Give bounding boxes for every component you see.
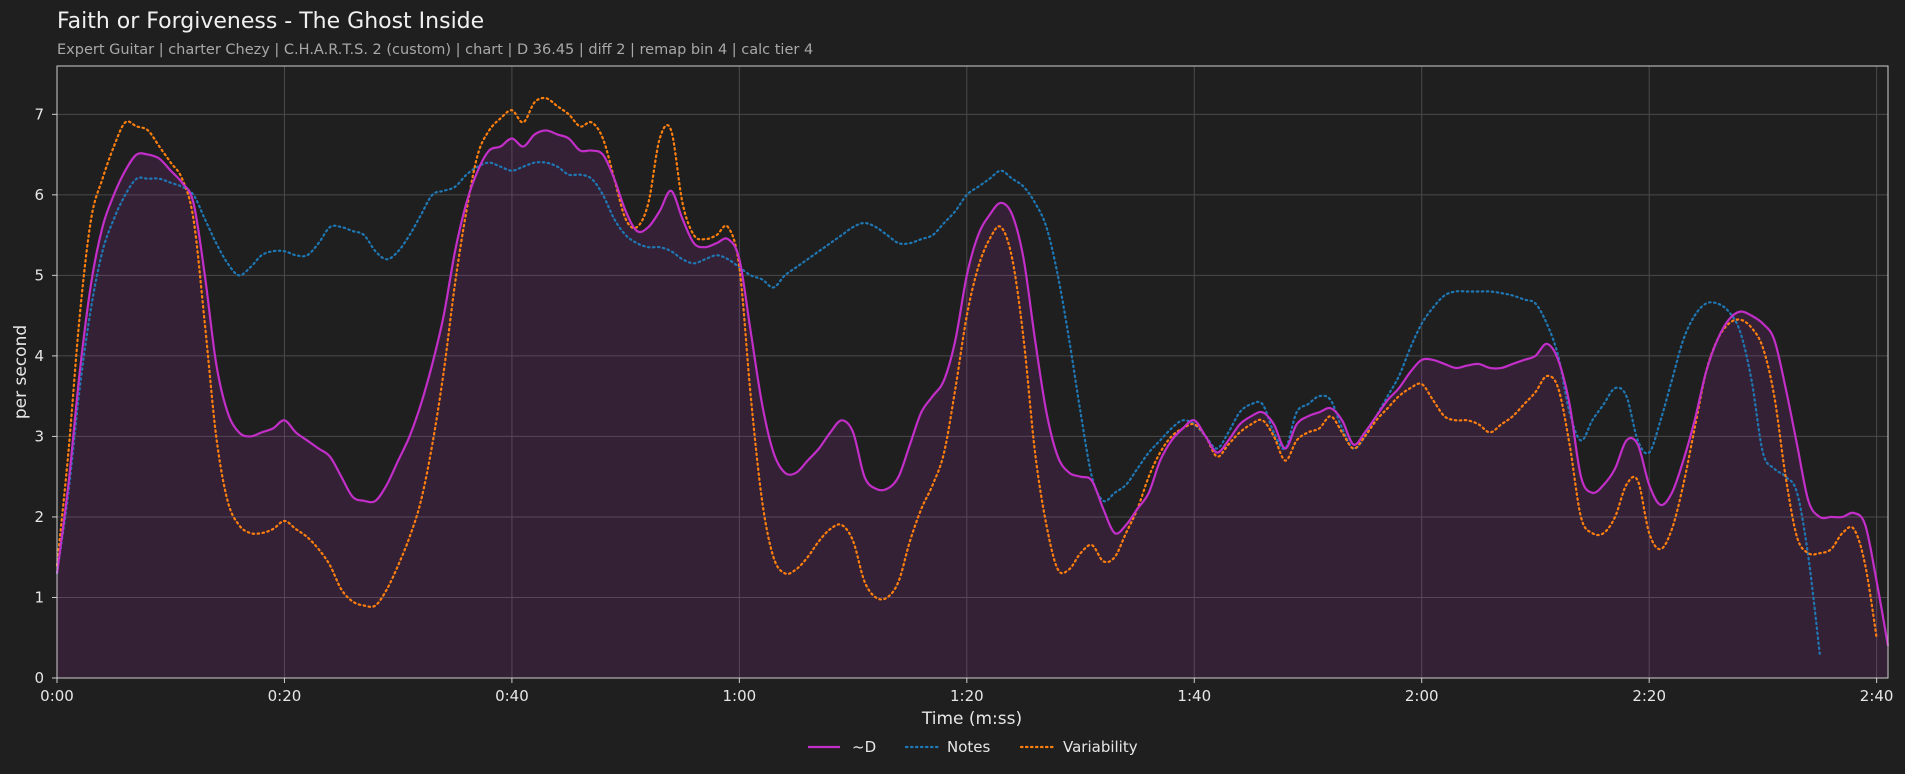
x-tick-label: 0:00 <box>40 687 74 705</box>
y-tick-label: 3 <box>34 427 44 445</box>
x-tick-label: 1:00 <box>723 687 757 705</box>
x-axis-ticks: 0:00 0:20 0:40 1:00 1:20 1:40 2:00 2:20 2:40 <box>40 678 1893 705</box>
x-tick-label: 2:00 <box>1405 687 1439 705</box>
y-tick-label: 4 <box>34 347 44 365</box>
chart-subtitle: Expert Guitar | charter Chezy | C.H.A.R.… <box>57 42 813 58</box>
x-tick-label: 1:20 <box>950 687 984 705</box>
legend-label: Variability <box>1063 738 1138 756</box>
y-tick-label: 1 <box>34 588 44 606</box>
x-tick-label: 0:40 <box>495 687 529 705</box>
legend-label: ~D <box>852 738 876 756</box>
y-axis-ticks: 0 1 2 3 4 5 6 7 <box>34 105 57 687</box>
x-tick-label: 0:20 <box>268 687 302 705</box>
y-axis-label: per second <box>11 325 31 419</box>
y-tick-label: 7 <box>34 105 44 123</box>
chart: Faith or Forgiveness - The Ghost Inside … <box>11 9 1893 756</box>
y-tick-label: 6 <box>34 186 44 204</box>
chart-title: Faith or Forgiveness - The Ghost Inside <box>57 9 484 34</box>
y-tick-label: 0 <box>34 669 44 687</box>
y-tick-label: 5 <box>34 266 44 284</box>
y-tick-label: 2 <box>34 508 44 526</box>
x-axis-label: Time (m:ss) <box>921 709 1022 729</box>
legend-label: Notes <box>947 738 991 756</box>
x-tick-label: 2:40 <box>1860 687 1894 705</box>
x-tick-label: 1:40 <box>1177 687 1211 705</box>
legend: ~D Notes Variability <box>808 738 1138 756</box>
x-tick-label: 2:20 <box>1632 687 1666 705</box>
